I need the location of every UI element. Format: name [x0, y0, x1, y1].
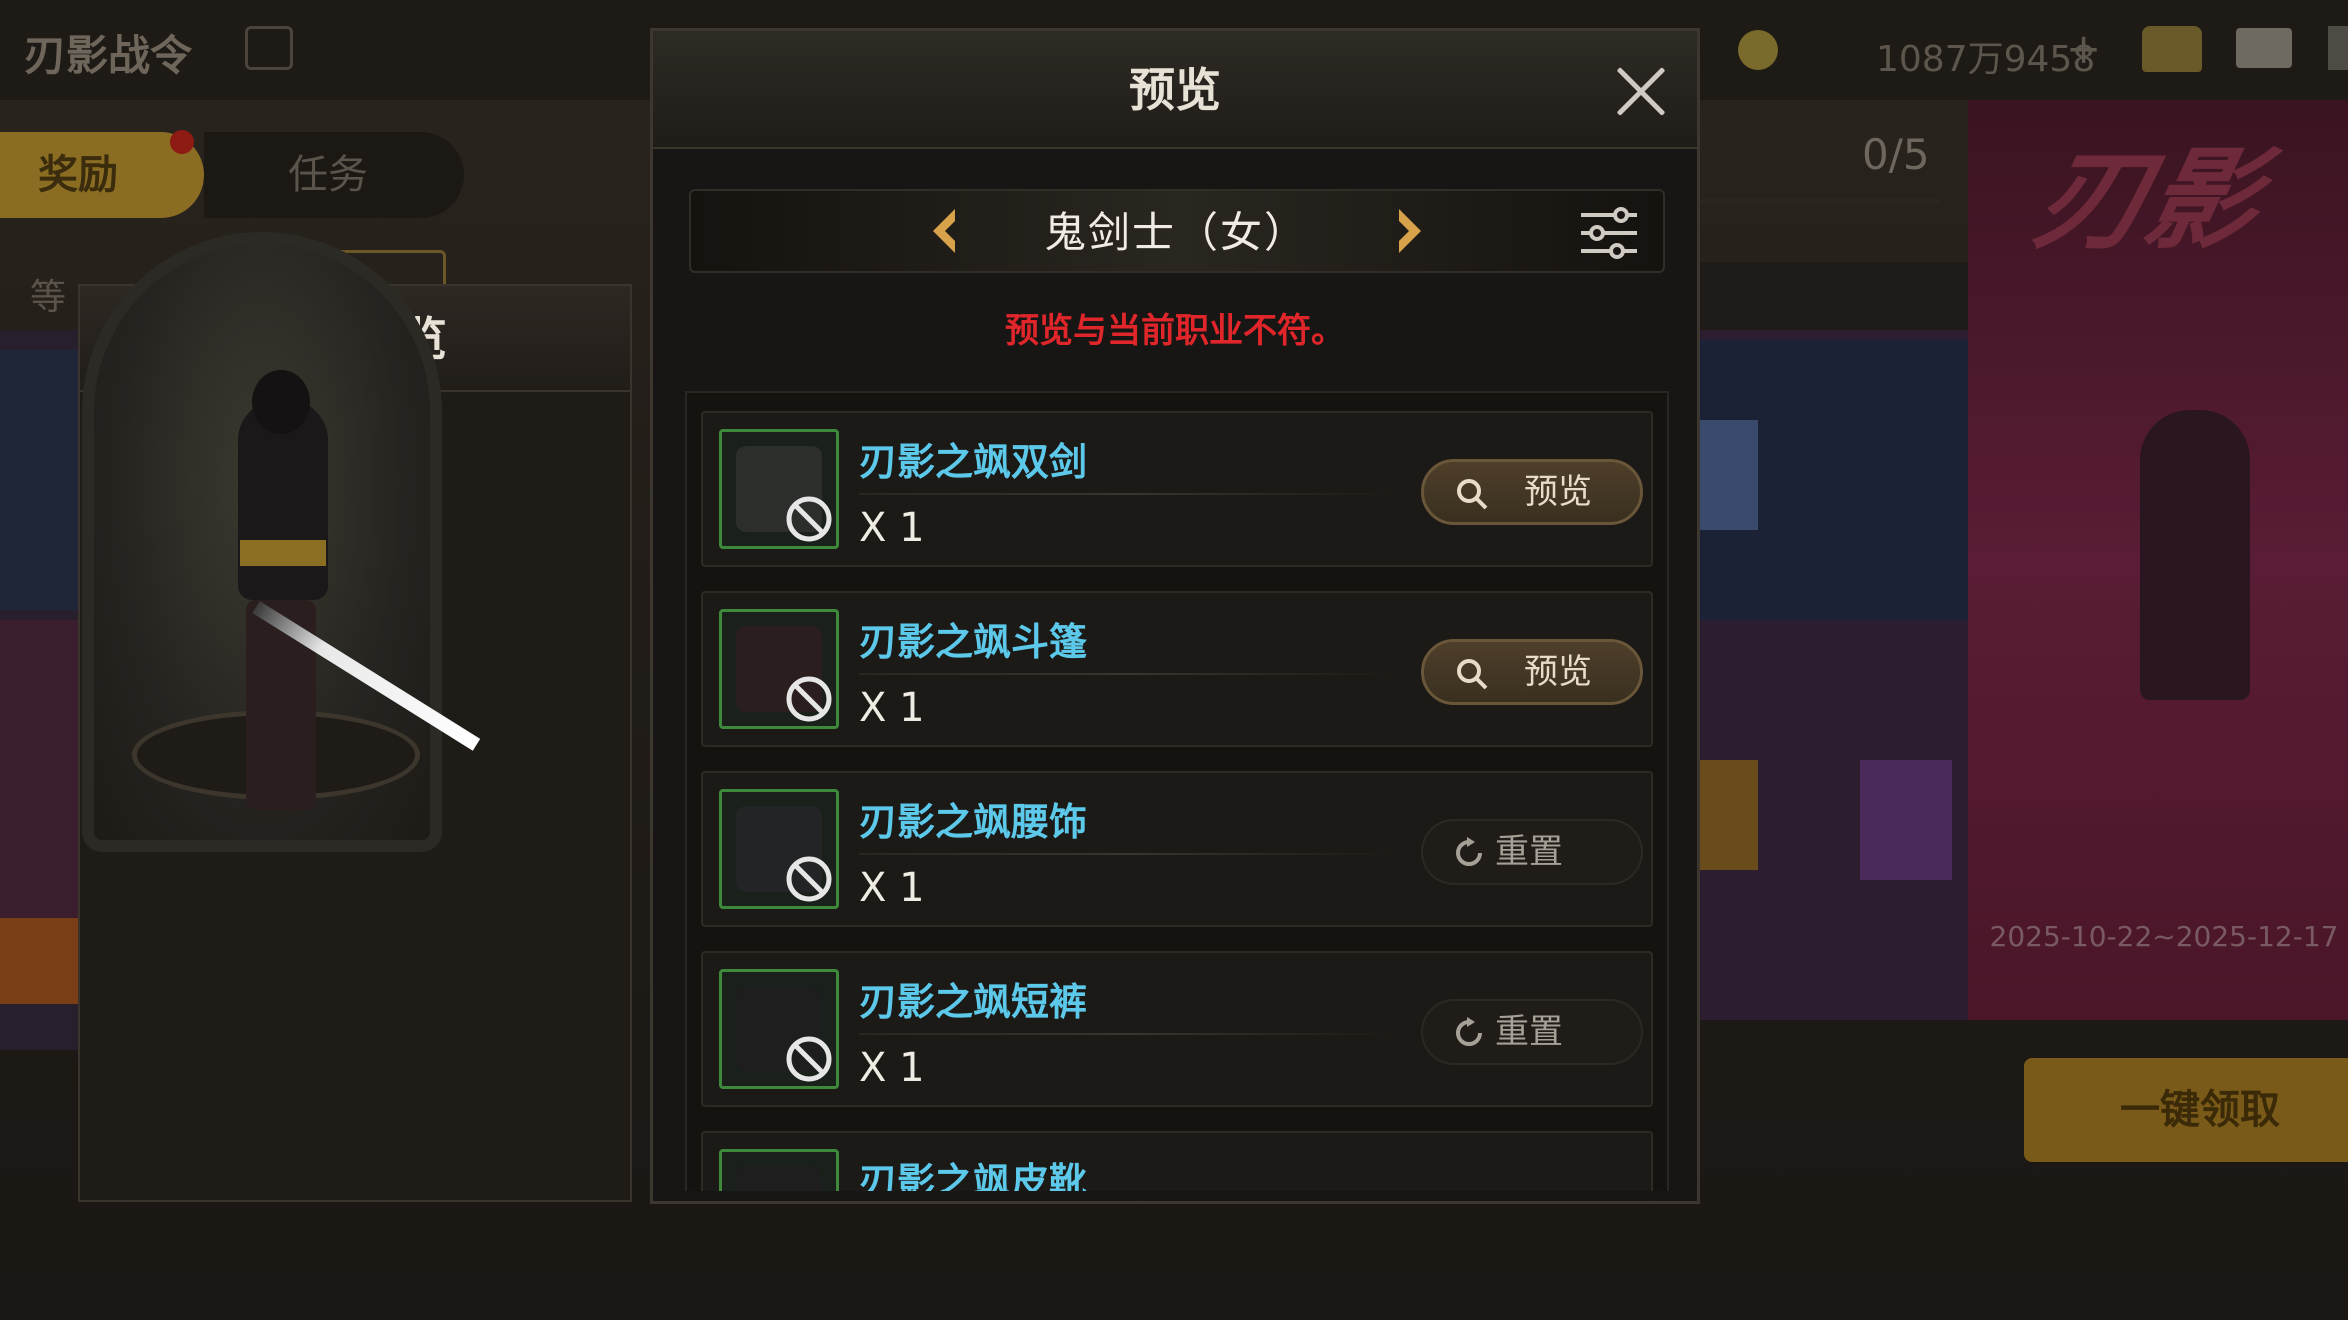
item-name: 刃影之飒短裤 — [859, 980, 1088, 1024]
item-name: 刃影之飒皮靴 — [859, 1160, 1088, 1191]
claim-all-button[interactable]: 一键领取 — [2024, 1058, 2348, 1162]
boots-icon[interactable] — [719, 1149, 839, 1191]
prohibited-icon — [786, 676, 832, 722]
event-date: 2025-10-22~2025-12-17 — [1989, 920, 2339, 953]
cloak-icon[interactable] — [719, 609, 839, 729]
reset-button-label: 重置 — [1495, 832, 1563, 872]
reward-card[interactable] — [0, 620, 80, 920]
item-quantity: X 1 — [859, 865, 925, 911]
tab-task[interactable]: 任务 — [204, 132, 464, 218]
divider — [859, 1033, 1399, 1035]
menu-icon[interactable] — [2328, 26, 2348, 70]
item-quantity: X 1 — [859, 1045, 925, 1091]
preview-button-label: 预览 — [1524, 472, 1592, 512]
class-name: 鬼剑士（女） — [1043, 208, 1308, 257]
belt-icon[interactable] — [719, 789, 839, 909]
item-quantity: X 1 — [859, 685, 925, 731]
prohibited-icon — [786, 1036, 832, 1082]
reward-item-icon[interactable] — [1700, 760, 1758, 870]
bag-icon[interactable] — [2142, 26, 2202, 72]
reset-button-label: 重置 — [1495, 1012, 1563, 1052]
prohibited-icon — [786, 856, 832, 902]
refresh-icon — [1456, 1017, 1482, 1046]
add-currency-button[interactable]: + — [2066, 24, 2101, 73]
reward-item-icon[interactable] — [1860, 760, 1952, 880]
class-mismatch-warning: 预览与当前职业不符。 — [1005, 311, 1345, 351]
notification-dot — [170, 130, 194, 154]
character-head — [252, 370, 310, 434]
list-item: 刃影之飒双剑 X 1 预览 — [701, 411, 1653, 567]
list-item: 刃影之飒斗篷 X 1 预览 — [701, 591, 1653, 747]
reset-button[interactable]: 重置 — [1421, 999, 1643, 1065]
progress-bar — [1700, 198, 1940, 204]
close-icon[interactable] — [1609, 59, 1673, 123]
list-item: 刃影之飒皮靴 — [701, 1131, 1653, 1191]
currency-amount: 1087万9458 — [1876, 39, 2096, 80]
reward-item-icon[interactable] — [1700, 420, 1758, 530]
dual-blade-icon[interactable] — [719, 429, 839, 549]
level-label: 等 — [30, 277, 67, 318]
progress-counter: 0/5 — [1862, 130, 1930, 179]
poster-logo: 刃影 — [2024, 136, 2272, 264]
reward-button[interactable] — [0, 918, 80, 1004]
preview-button[interactable]: 预览 — [1421, 459, 1643, 525]
right-tab-bar — [1700, 262, 1970, 334]
chevron-right-icon[interactable] — [1389, 205, 1429, 257]
event-title: 刃影战令 — [24, 31, 193, 80]
gold-coin-icon — [1738, 30, 1778, 70]
reward-card[interactable] — [0, 350, 80, 610]
preview-button-label: 预览 — [1524, 652, 1592, 692]
dialog-title: 预览 — [1129, 63, 1221, 117]
item-list[interactable]: 刃影之飒双剑 X 1 预览 刃影之飒斗篷 X 1 预览 刃影之飒腰饰 X 1 重… — [685, 391, 1669, 1191]
list-item: 刃影之飒腰饰 X 1 重置 — [701, 771, 1653, 927]
preview-button[interactable]: 预览 — [1421, 639, 1643, 705]
prohibited-icon — [786, 496, 832, 542]
divider — [859, 493, 1399, 495]
reset-button[interactable]: 重置 — [1421, 819, 1643, 885]
shorts-icon[interactable] — [719, 969, 839, 1089]
search-icon — [1457, 479, 1488, 510]
character-belt — [240, 540, 326, 566]
search-icon — [1457, 659, 1488, 690]
class-selector: 鬼剑士（女） — [689, 189, 1665, 273]
shop-icon[interactable] — [245, 26, 293, 70]
list-item: 刃影之飒短裤 X 1 重置 — [701, 951, 1653, 1107]
poster-character — [2140, 410, 2250, 700]
item-name: 刃影之飒双剑 — [859, 440, 1088, 484]
chevron-left-icon[interactable] — [925, 205, 965, 257]
item-quantity: X 1 — [859, 505, 925, 551]
item-name: 刃影之飒斗篷 — [859, 620, 1088, 664]
divider — [859, 853, 1399, 855]
filter-icon[interactable] — [1577, 203, 1641, 263]
mail-icon[interactable] — [2236, 28, 2292, 68]
preview-dialog: 预览 鬼剑士（女） 预览与当前职业不符。 刃影之飒双剑 X 1 预览 刃影之飒斗… — [650, 28, 1700, 1204]
refresh-icon — [1456, 837, 1482, 866]
item-name: 刃影之飒腰饰 — [859, 800, 1088, 844]
divider — [859, 673, 1399, 675]
